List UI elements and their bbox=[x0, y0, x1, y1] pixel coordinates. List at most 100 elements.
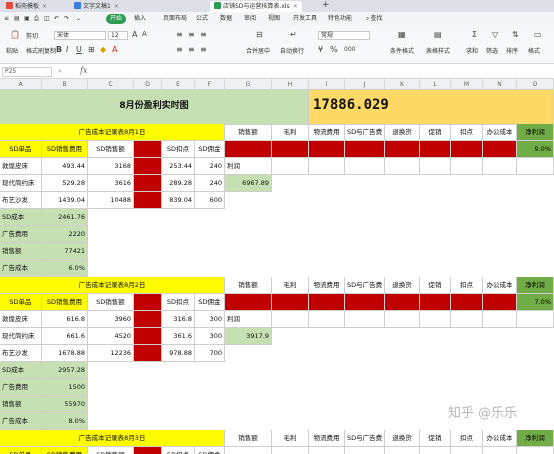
sd-commission[interactable]: 300 bbox=[195, 328, 225, 345]
sum-button[interactable]: 求和 bbox=[466, 46, 478, 55]
profit-label[interactable]: 利润 bbox=[225, 158, 272, 175]
column-header-n[interactable]: N bbox=[483, 79, 517, 90]
fill-color-icon[interactable]: ◆ bbox=[100, 45, 106, 54]
summary-value[interactable] bbox=[225, 447, 272, 454]
summary-value[interactable] bbox=[272, 294, 309, 311]
column-header-h[interactable]: H bbox=[272, 79, 309, 90]
sheet-title[interactable]: 8月份盈利实时图 bbox=[0, 90, 309, 125]
column-title[interactable]: SD销售额 bbox=[88, 447, 134, 454]
summary-header[interactable]: 促销 bbox=[420, 430, 451, 447]
cell[interactable] bbox=[385, 311, 420, 328]
cell[interactable] bbox=[483, 311, 517, 328]
cell[interactable] bbox=[420, 311, 451, 328]
summary-value[interactable] bbox=[345, 447, 385, 454]
stat-label[interactable]: 广告费用 bbox=[0, 379, 42, 396]
column-title[interactable]: SD销售费用 bbox=[42, 141, 88, 158]
summary-value[interactable] bbox=[345, 294, 385, 311]
filter-icon[interactable]: ▽ bbox=[492, 30, 498, 39]
product-name[interactable]: 现代简约床 bbox=[0, 328, 42, 345]
sd-sales[interactable]: 3616 bbox=[88, 175, 134, 192]
cell[interactable] bbox=[451, 311, 483, 328]
spreadsheet-grid[interactable]: 8月份盈利实时图 17886.029 广告成本记录表8月1日 销售额 毛利 物流费用 SD与… bbox=[0, 90, 554, 454]
section-heading[interactable]: 广告成本记录表8月3日 bbox=[0, 430, 225, 447]
summary-header[interactable]: 毛利 bbox=[272, 277, 309, 294]
net-profit-percent[interactable]: 9.0% bbox=[517, 141, 554, 158]
summary-header[interactable]: 扣点 bbox=[451, 277, 483, 294]
column-title[interactable]: SD销售额 bbox=[88, 141, 134, 158]
border-icon[interactable]: ⊞ bbox=[88, 45, 95, 54]
stat-value[interactable]: 55970 bbox=[42, 396, 88, 413]
preview-icon[interactable]: ◫ bbox=[44, 14, 50, 24]
sd-commission[interactable]: 300 bbox=[195, 311, 225, 328]
align-center-icon[interactable]: ≡ bbox=[188, 45, 195, 54]
currency-icon[interactable]: ¥ bbox=[318, 45, 323, 54]
column-title[interactable] bbox=[134, 294, 162, 311]
column-header-m[interactable]: M bbox=[451, 79, 483, 90]
summary-header[interactable]: 净利润 bbox=[517, 277, 554, 294]
sd-sales[interactable]: 3168 bbox=[88, 158, 134, 175]
cell[interactable] bbox=[309, 311, 345, 328]
sd-sales[interactable]: 10488 bbox=[88, 192, 134, 209]
column-title[interactable]: SD销售额 bbox=[88, 294, 134, 311]
sd-cost[interactable]: 661.6 bbox=[42, 328, 88, 345]
product-name[interactable]: 布艺沙发 bbox=[0, 192, 42, 209]
summary-header[interactable]: 退换货 bbox=[385, 430, 420, 447]
undo-icon[interactable]: ↶ bbox=[54, 14, 59, 24]
summary-header[interactable]: 扣点 bbox=[451, 124, 483, 141]
stat-value[interactable]: 6.0% bbox=[42, 260, 88, 277]
summary-header[interactable]: 毛利 bbox=[272, 430, 309, 447]
summary-value[interactable] bbox=[483, 447, 517, 454]
summary-value[interactable] bbox=[225, 141, 272, 158]
summary-value[interactable] bbox=[309, 447, 345, 454]
profit-value[interactable]: 3917.9 bbox=[225, 328, 272, 345]
summary-value[interactable] bbox=[385, 294, 420, 311]
wrap-icon[interactable]: ↵ bbox=[290, 30, 297, 39]
name-box[interactable]: P25 bbox=[2, 67, 52, 77]
product-name[interactable]: 敦煌皮床 bbox=[0, 311, 42, 328]
column-title[interactable]: SD单品 bbox=[0, 447, 42, 454]
font-grow-icon[interactable]: A bbox=[132, 30, 137, 39]
align-left-icon[interactable]: ≡ bbox=[176, 45, 183, 54]
table-style-button[interactable]: 表格样式 bbox=[426, 46, 450, 55]
sort-button[interactable]: 排序 bbox=[506, 46, 518, 55]
format-button[interactable]: 格式 bbox=[528, 46, 540, 55]
net-profit-percent[interactable]: 7.0% bbox=[517, 294, 554, 311]
stat-label[interactable]: 广告成本 bbox=[0, 413, 42, 430]
sd-red-cell[interactable] bbox=[134, 328, 162, 345]
stat-label[interactable]: 广告成本 bbox=[0, 260, 42, 277]
summary-header[interactable]: 促销 bbox=[420, 277, 451, 294]
summary-header[interactable]: 销售额 bbox=[225, 430, 272, 447]
stat-value[interactable]: 1500 bbox=[42, 379, 88, 396]
column-title[interactable]: SD单品 bbox=[0, 294, 42, 311]
summary-header[interactable]: 办公成本 bbox=[483, 124, 517, 141]
auto-wrap-button[interactable]: 自动换行 bbox=[280, 46, 304, 55]
stat-value[interactable]: 8.0% bbox=[42, 413, 88, 430]
sd-commission[interactable]: 600 bbox=[195, 192, 225, 209]
stat-value[interactable]: 2220 bbox=[42, 226, 88, 243]
sd-red-cell[interactable] bbox=[134, 158, 162, 175]
stat-value[interactable]: 77421 bbox=[42, 243, 88, 260]
font-select[interactable]: 宋体 bbox=[54, 31, 106, 40]
column-header-d[interactable]: D bbox=[134, 79, 162, 90]
profit-label[interactable]: 利润 bbox=[225, 311, 272, 328]
stat-label[interactable]: 销售额 bbox=[0, 243, 42, 260]
summary-header[interactable]: 办公成本 bbox=[483, 277, 517, 294]
sd-cost[interactable]: 529.28 bbox=[42, 175, 88, 192]
summary-header[interactable]: 毛利 bbox=[272, 124, 309, 141]
cell[interactable] bbox=[451, 158, 483, 175]
sd-deduct[interactable]: 839.04 bbox=[162, 192, 195, 209]
summary-value[interactable] bbox=[345, 141, 385, 158]
column-title[interactable]: SD销售费用 bbox=[42, 447, 88, 454]
menu-special[interactable]: 特色功能 bbox=[328, 14, 352, 24]
number-format-select[interactable]: 常规 bbox=[318, 31, 370, 40]
summary-value[interactable] bbox=[420, 141, 451, 158]
redo-icon[interactable]: ↷ bbox=[64, 14, 69, 24]
summary-header[interactable]: SD与广告费 bbox=[345, 430, 385, 447]
column-header-i[interactable]: I bbox=[309, 79, 345, 90]
section-heading[interactable]: 广告成本记录表8月2日 bbox=[0, 277, 225, 294]
sd-sales[interactable]: 12236 bbox=[88, 345, 134, 362]
sd-red-cell[interactable] bbox=[134, 311, 162, 328]
column-header-o[interactable]: O bbox=[517, 79, 554, 90]
filter-button[interactable]: 筛选 bbox=[486, 46, 498, 55]
format-painter-button[interactable]: 格式刷 bbox=[26, 46, 44, 55]
